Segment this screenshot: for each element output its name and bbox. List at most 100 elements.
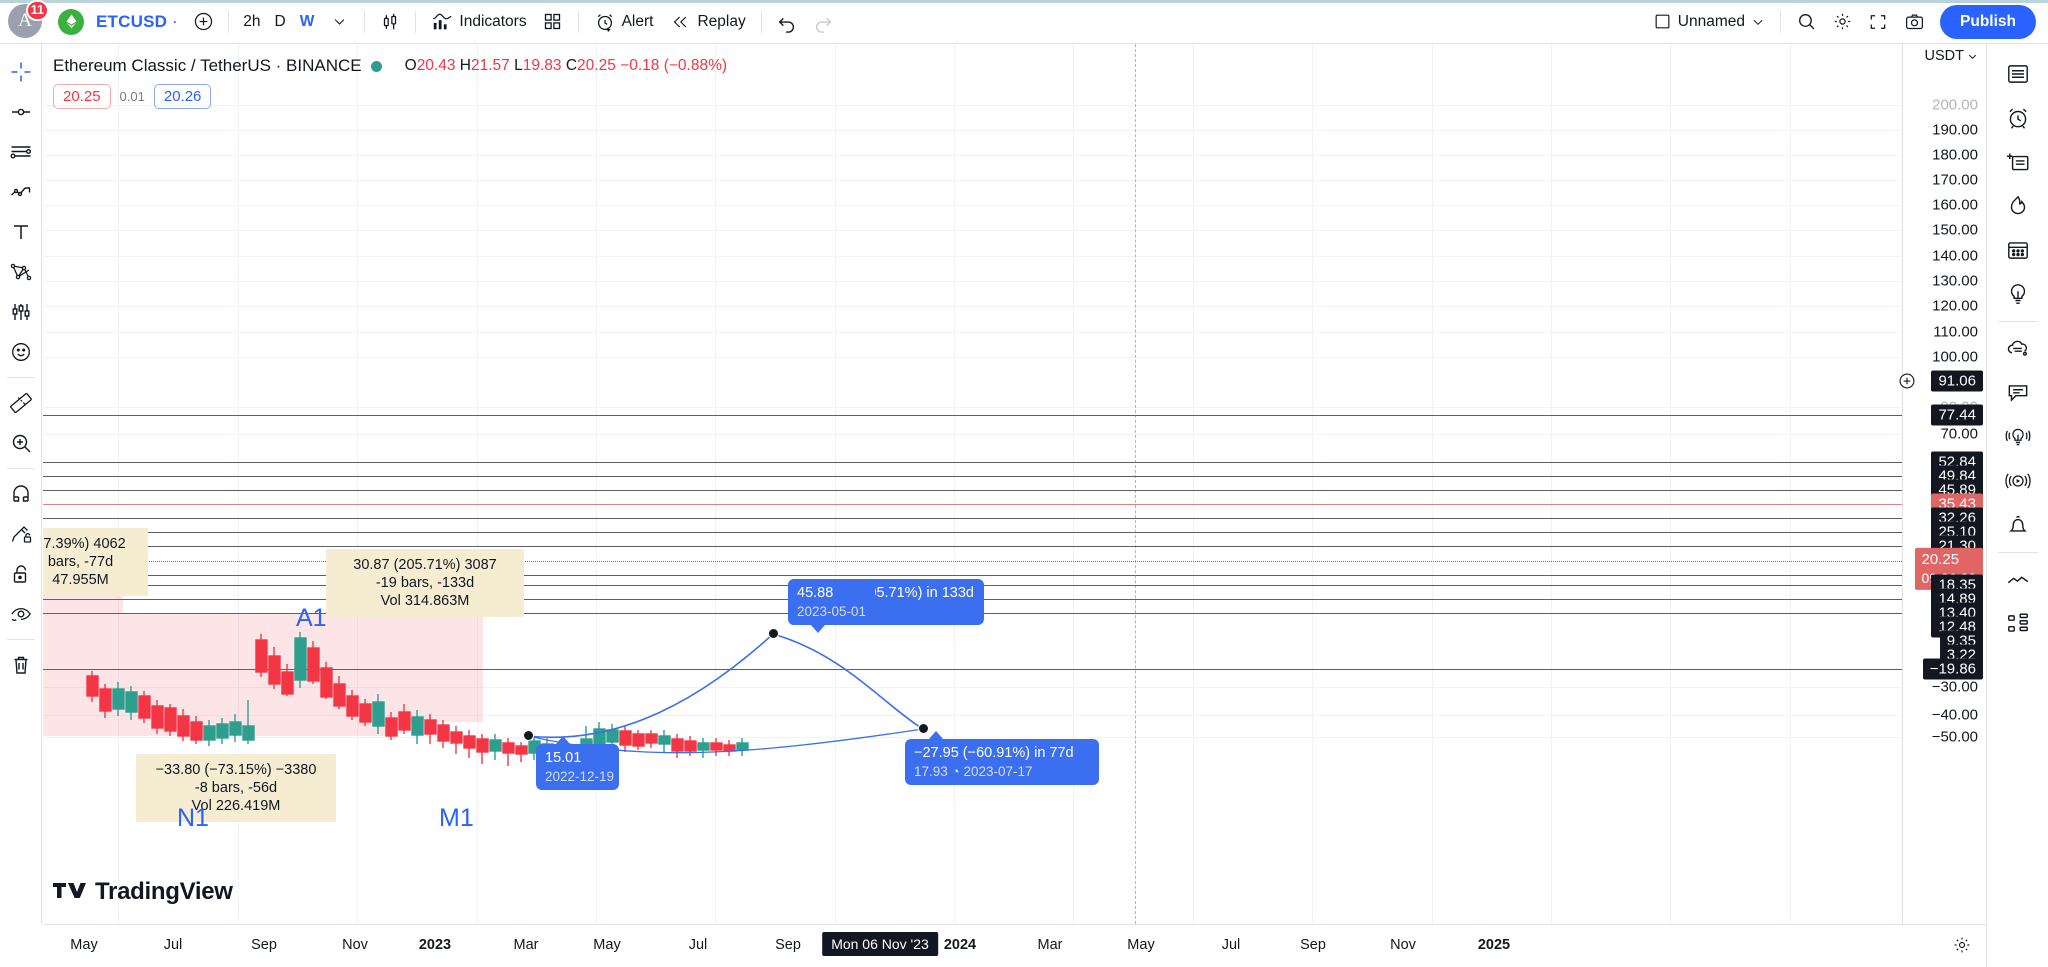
chart-tag-m1[interactable]: M1	[439, 804, 474, 833]
panel-data-window[interactable]	[1995, 140, 2041, 184]
tool-emoji[interactable]	[2, 332, 40, 372]
time-tick: May	[593, 937, 621, 953]
legend-change: −0.18	[620, 57, 660, 74]
measure-label-drop-pointer	[929, 731, 943, 739]
panel-ideas-stream[interactable]	[1995, 415, 2041, 459]
chart-type-button[interactable]	[372, 5, 408, 39]
indicators-button[interactable]: Indicators	[423, 6, 534, 38]
tradingview-logo-icon	[53, 883, 86, 898]
chart-tag-n1[interactable]: N1	[177, 804, 209, 833]
measure-anchor-start[interactable]	[523, 730, 534, 741]
measure-box-top-mid[interactable]: 30.87 (205.71%) 3087 -19 bars, -133d Vol…	[326, 549, 524, 618]
panel-alerts[interactable]	[1995, 96, 2041, 140]
price-tick: 70.00	[1940, 425, 1978, 443]
legend-symbol-title[interactable]: Ethereum Classic / TetherUS · BINANCE	[53, 56, 362, 76]
measure-label-drop[interactable]: −27.95 (−60.91%) in 77d 17.93 ◔ 2023-07-…	[905, 739, 1099, 786]
time-axis[interactable]: May Jul Sep Nov 2023 Mar May Jul Sep Mon…	[43, 924, 1986, 967]
tool-fib-retracement[interactable]	[2, 132, 40, 172]
price-tick: 130.00	[1932, 272, 1978, 290]
tool-lock[interactable]	[2, 554, 40, 594]
left-drawing-toolbar	[0, 44, 42, 924]
alert-button[interactable]: Alert	[586, 6, 662, 38]
price-tick: −50.00	[1931, 728, 1978, 746]
price-scale[interactable]: USDT 200.00 190.00 180.00 170.00 160.00 …	[1899, 44, 1986, 924]
measure-line-3: Vol 314.863M	[380, 593, 470, 610]
add-alert-button[interactable]	[1898, 372, 1916, 390]
search-button[interactable]	[1788, 5, 1824, 39]
time-tick: Jul	[1221, 937, 1241, 953]
chevron-down-icon	[334, 19, 345, 25]
candlestick-icon	[384, 13, 397, 29]
measure-line-3: Vol 226.419M	[191, 798, 281, 815]
tool-drawing-lock[interactable]	[2, 514, 40, 554]
add-symbol-button[interactable]	[185, 5, 221, 39]
legend-ohlc: O20.43 H21.57 L19.83 C20.25 −0.18 (−0.88…	[405, 57, 727, 75]
chart-canvas[interactable]: Ethereum Classic / TetherUS · BINANCE O2…	[43, 44, 1902, 924]
measure-label-high-value[interactable]: 45.88 2023-05-01	[788, 579, 876, 626]
notification-badge[interactable]: 11	[25, 0, 49, 21]
settings-button[interactable]	[1824, 5, 1860, 39]
price-chip[interactable]: −19.86	[1922, 658, 1983, 680]
tool-hide-drawings[interactable]	[2, 594, 40, 634]
pattern-icon	[10, 187, 30, 197]
symbol-button[interactable]: ETCUSD ·	[50, 6, 185, 38]
panel-chat[interactable]	[1995, 327, 2041, 371]
topbar-accent-line	[0, 0, 2048, 3]
tool-gann[interactable]	[2, 252, 40, 292]
undo-button[interactable]	[769, 5, 805, 39]
panel-notifications[interactable]	[1995, 503, 2041, 547]
panel-object-tree[interactable]	[1995, 558, 2041, 602]
current-price-value: 20.25	[1921, 550, 1960, 568]
measure-label-high-date: 2023-05-01	[797, 603, 867, 619]
tool-measure-ruler[interactable]	[2, 383, 40, 423]
price-chip[interactable]: 91.06	[1931, 370, 1983, 392]
tool-trend-line[interactable]	[2, 92, 40, 132]
snapshot-button[interactable]	[1896, 5, 1932, 39]
ask-price[interactable]: 20.26	[153, 84, 212, 109]
panel-hotlist[interactable]	[1995, 184, 2041, 228]
broadcast-icon	[2004, 473, 2031, 489]
redo-button[interactable]	[805, 5, 841, 39]
measure-label-high-pointer	[811, 625, 825, 633]
divider	[1997, 321, 2038, 322]
ideas-bulb-icon	[2010, 284, 2025, 304]
redo-icon	[815, 17, 832, 33]
fullscreen-button[interactable]	[1860, 5, 1896, 39]
price-chip[interactable]: 77.44	[1931, 404, 1983, 426]
tool-crosshair-cursor[interactable]	[2, 52, 40, 92]
chart-tag-a1[interactable]: A1	[296, 604, 327, 633]
measure-label-low-start[interactable]: 15.01 2022-12-19	[536, 744, 619, 791]
interval-w[interactable]: W	[293, 7, 322, 37]
tool-magnet[interactable]	[2, 474, 40, 514]
panel-broadcast[interactable]	[1995, 459, 2041, 503]
panel-ideas[interactable]	[1995, 272, 2041, 316]
tool-text[interactable]	[2, 212, 40, 252]
templates-button[interactable]	[535, 5, 571, 39]
interval-d[interactable]: D	[268, 7, 293, 37]
top-toolbar: A 11 ETCUSD · 2h D W Indicators Alert Re…	[0, 0, 2048, 44]
replay-button[interactable]: Replay	[661, 6, 753, 38]
measure-box-bottom-left[interactable]: −33.80 (−73.15%) −3380 -8 bars, -56d Vol…	[136, 754, 336, 823]
panel-calendar[interactable]	[1995, 228, 2041, 272]
bid-price[interactable]: 20.25	[53, 84, 111, 109]
tool-forecast[interactable]	[2, 292, 40, 332]
layout-button[interactable]: Unnamed	[1645, 6, 1773, 38]
tool-zoom-in[interactable]	[2, 423, 40, 463]
measure-box-top-left[interactable]: 27.39%) 4062 bars, -77d 47.955M	[43, 528, 148, 597]
panel-public-chats[interactable]	[1995, 371, 2041, 415]
measure-anchor-peak[interactable]	[768, 628, 779, 639]
interval-2h[interactable]: 2h	[236, 7, 267, 37]
user-avatar[interactable]: A 11	[8, 0, 49, 40]
panel-watchlist[interactable]	[1995, 52, 2041, 96]
interval-dropdown-button[interactable]	[321, 5, 357, 39]
time-tick: Jul	[163, 937, 183, 953]
timeaxis-settings-button[interactable]	[1952, 935, 1972, 955]
public-chats-icon	[2008, 385, 2027, 402]
panel-trading[interactable]	[1995, 602, 2041, 646]
measure-anchor-end[interactable]	[918, 723, 929, 734]
tool-trash[interactable]	[2, 645, 40, 685]
publish-button[interactable]: Publish	[1940, 4, 2036, 39]
chart-legend: Ethereum Classic / TetherUS · BINANCE O2…	[53, 56, 727, 109]
tool-pattern[interactable]	[2, 172, 40, 212]
price-scale-currency[interactable]: USDT	[1925, 48, 1978, 64]
